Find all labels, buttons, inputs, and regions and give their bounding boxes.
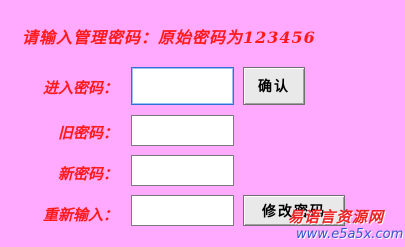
entry-password-label: 进入密码：	[42, 79, 118, 97]
confirm-button[interactable]: 确认	[243, 67, 305, 105]
instruction-text: 请输入管理密码：原始密码为123456	[22, 28, 316, 47]
old-password-label: 旧密码：	[57, 124, 118, 142]
reenter-password-input[interactable]	[131, 195, 234, 226]
reenter-password-label: 重新输入：	[42, 206, 118, 224]
watermark-site-name: 易语言资源网	[288, 208, 385, 226]
old-password-input[interactable]	[131, 115, 234, 146]
new-password-label: 新密码：	[57, 165, 118, 183]
entry-password-input[interactable]	[131, 67, 234, 105]
watermark-url: www.e5a5x.com	[296, 227, 404, 242]
new-password-input[interactable]	[131, 155, 234, 186]
